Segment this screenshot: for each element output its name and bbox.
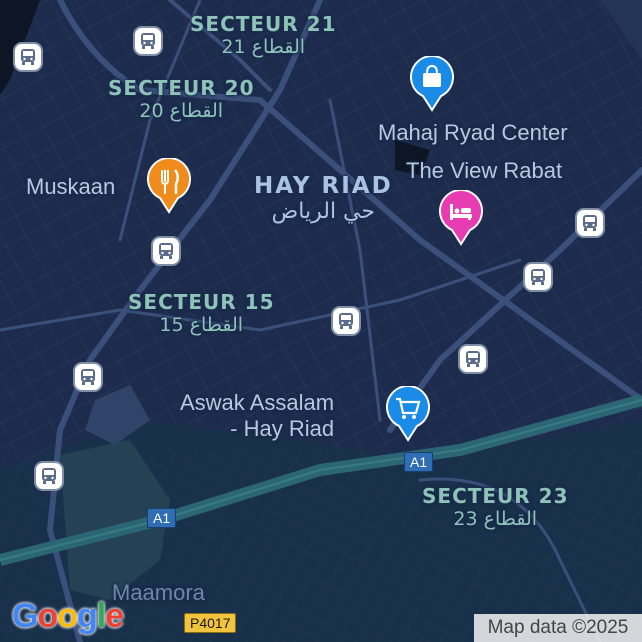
district-label-secteur-21: SECTEUR 21 القطاع 21 (190, 12, 337, 58)
map-attribution[interactable]: Map data ©2025 (474, 614, 642, 642)
shopping-pin-mahaj-ryad[interactable] (409, 55, 455, 112)
district-label-secteur-15: SECTEUR 15 القطاع 15 (128, 290, 275, 336)
bus-stop-icon[interactable] (153, 238, 179, 264)
district-label-secteur-20: SECTEUR 20 القطاع 20 (108, 76, 255, 122)
restaurant-pin[interactable] (146, 157, 192, 214)
bus-stop-icon[interactable] (577, 210, 603, 236)
fork-knife-icon (147, 157, 191, 214)
place-label-the-view-rabat[interactable]: The View Rabat (406, 158, 562, 184)
district-label-secteur-23: SECTEUR 23 القطاع 23 (422, 484, 569, 530)
bus-stop-icon[interactable] (333, 308, 359, 334)
map-canvas[interactable] (0, 0, 642, 642)
shopping-bag-icon (410, 55, 454, 112)
place-label-maamora: Maamora (112, 580, 205, 605)
bus-stop-icon[interactable] (75, 364, 101, 390)
road-shield-p4017: P4017 (184, 613, 237, 633)
grocery-pin-aswak-assalam[interactable] (385, 385, 431, 442)
bus-stop-icon[interactable] (15, 44, 41, 70)
hotel-pin-the-view-rabat[interactable] (438, 189, 484, 246)
road-shield-a1: A1 (147, 508, 177, 528)
place-label-aswak-assalam[interactable]: Aswak Assalam - Hay Riad (180, 390, 334, 442)
place-label-mahaj-ryad-center[interactable]: Mahaj Ryad Center (378, 120, 568, 146)
bus-stop-icon[interactable] (36, 463, 62, 489)
bus-stop-icon[interactable] (525, 264, 551, 290)
bed-icon (439, 189, 483, 246)
place-label-muskaan[interactable]: Muskaan (26, 174, 115, 200)
bus-stop-icon[interactable] (460, 346, 486, 372)
shopping-cart-icon (386, 385, 430, 442)
google-logo[interactable]: Google (12, 597, 124, 636)
bus-stop-icon[interactable] (135, 28, 161, 54)
neighborhood-label-hay-riad: HAY RIAD حي الرياض (254, 173, 393, 224)
road-shield-a1: A1 (404, 452, 434, 472)
